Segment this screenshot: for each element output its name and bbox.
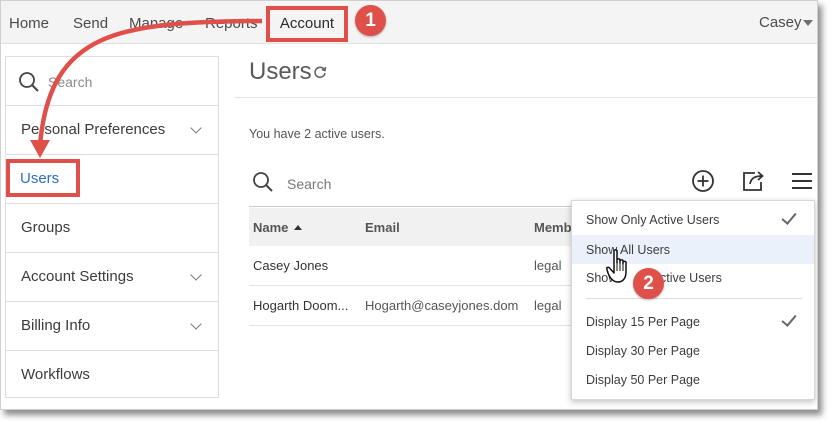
app-window: Home Send Manage Reports Account Casey S… — [0, 0, 818, 410]
cell-name: Hogarth Doom... — [253, 298, 349, 313]
chevron-down-icon — [190, 122, 202, 134]
top-nav: Home Send Manage Reports Account Casey — [1, 1, 817, 44]
menu-divider — [586, 298, 802, 299]
menu-item-label: Display 50 Per Page — [586, 373, 700, 387]
sidebar-item-label: Personal Preferences — [21, 121, 166, 138]
column-header-email[interactable]: Email — [365, 220, 400, 235]
cell-email: Hogarth@caseyjones.dom — [365, 298, 519, 313]
menu-item-label: Display 30 Per Page — [586, 344, 700, 358]
menu-item-display-15[interactable]: Display 15 Per Page — [572, 307, 814, 336]
nav-manage[interactable]: Manage — [129, 15, 183, 32]
sidebar-item-users-highlight[interactable]: Users — [6, 159, 80, 197]
sidebar-item-label: Workflows — [21, 366, 90, 383]
sidebar-search[interactable]: Search — [6, 57, 218, 106]
menu-item-display-30[interactable]: Display 30 Per Page — [572, 336, 814, 365]
sort-ascending-icon — [294, 225, 302, 230]
search-icon — [19, 72, 39, 92]
callout-badge-2: 2 — [633, 268, 664, 299]
add-user-icon[interactable] — [691, 169, 715, 193]
menu-item-label: Show Only Active Users — [586, 213, 720, 227]
column-header-membership[interactable]: Memb — [534, 220, 572, 235]
menu-item-show-only-active-users[interactable]: Show Only Active Users — [572, 205, 814, 234]
sidebar-item-label: Billing Info — [21, 317, 91, 334]
column-header-name[interactable]: Name — [253, 220, 288, 235]
cell-membership: legal — [534, 258, 562, 273]
cell-name: Casey Jones — [253, 258, 329, 273]
sidebar-item-workflows[interactable]: Workflows — [6, 351, 218, 400]
table-row[interactable]: Hogarth Doom... Hogarth@caseyjones.dom l… — [249, 286, 571, 326]
sidebar-item-label: Groups — [21, 219, 71, 236]
sidebar-item-account-settings[interactable]: Account Settings — [6, 253, 218, 302]
chevron-down-icon[interactable] — [803, 20, 813, 26]
cell-membership: legal — [534, 298, 562, 313]
nav-reports[interactable]: Reports — [205, 15, 258, 32]
sidebar-item-billing-info[interactable]: Billing Info — [6, 302, 218, 351]
divider — [234, 97, 817, 98]
menu-item-label: Display 15 Per Page — [586, 315, 700, 329]
sidebar-search-placeholder: Search — [48, 74, 93, 90]
hand-cursor-icon — [606, 249, 627, 283]
checkmark-icon — [781, 209, 797, 225]
table-header: Name Email Memb — [249, 208, 572, 246]
menu-item-display-50[interactable]: Display 50 Per Page — [572, 365, 814, 394]
chevron-down-icon — [190, 318, 202, 330]
sidebar: Search Personal Preferences Groups Accou… — [5, 56, 219, 398]
hamburger-menu-icon[interactable] — [791, 169, 813, 193]
view-options-menu: Show Only Active Users Show All Users Sh… — [571, 200, 815, 400]
user-menu[interactable]: Casey — [759, 14, 802, 31]
sidebar-item-label: Account Settings — [21, 268, 134, 285]
users-search-input[interactable]: Search — [287, 176, 331, 192]
search-underline — [249, 206, 571, 207]
checkmark-icon — [781, 311, 797, 327]
chevron-down-icon — [190, 269, 202, 281]
sidebar-item-label: Users — [20, 170, 60, 187]
page-title: Users — [249, 58, 312, 85]
callout-badge-1: 1 — [355, 5, 386, 36]
nav-send[interactable]: Send — [73, 15, 108, 32]
sidebar-item-groups[interactable]: Groups — [6, 204, 218, 253]
search-icon — [253, 172, 273, 192]
nav-account[interactable]: Account — [266, 6, 348, 42]
export-icon[interactable] — [741, 169, 767, 193]
active-users-count: You have 2 active users. — [249, 127, 385, 141]
nav-home[interactable]: Home — [9, 15, 49, 32]
table-row[interactable]: Casey Jones legal — [249, 246, 571, 286]
sidebar-item-personal-preferences[interactable]: Personal Preferences — [6, 106, 218, 155]
menu-item-label-tail: ctive Users — [660, 271, 722, 285]
refresh-icon[interactable] — [313, 65, 327, 79]
